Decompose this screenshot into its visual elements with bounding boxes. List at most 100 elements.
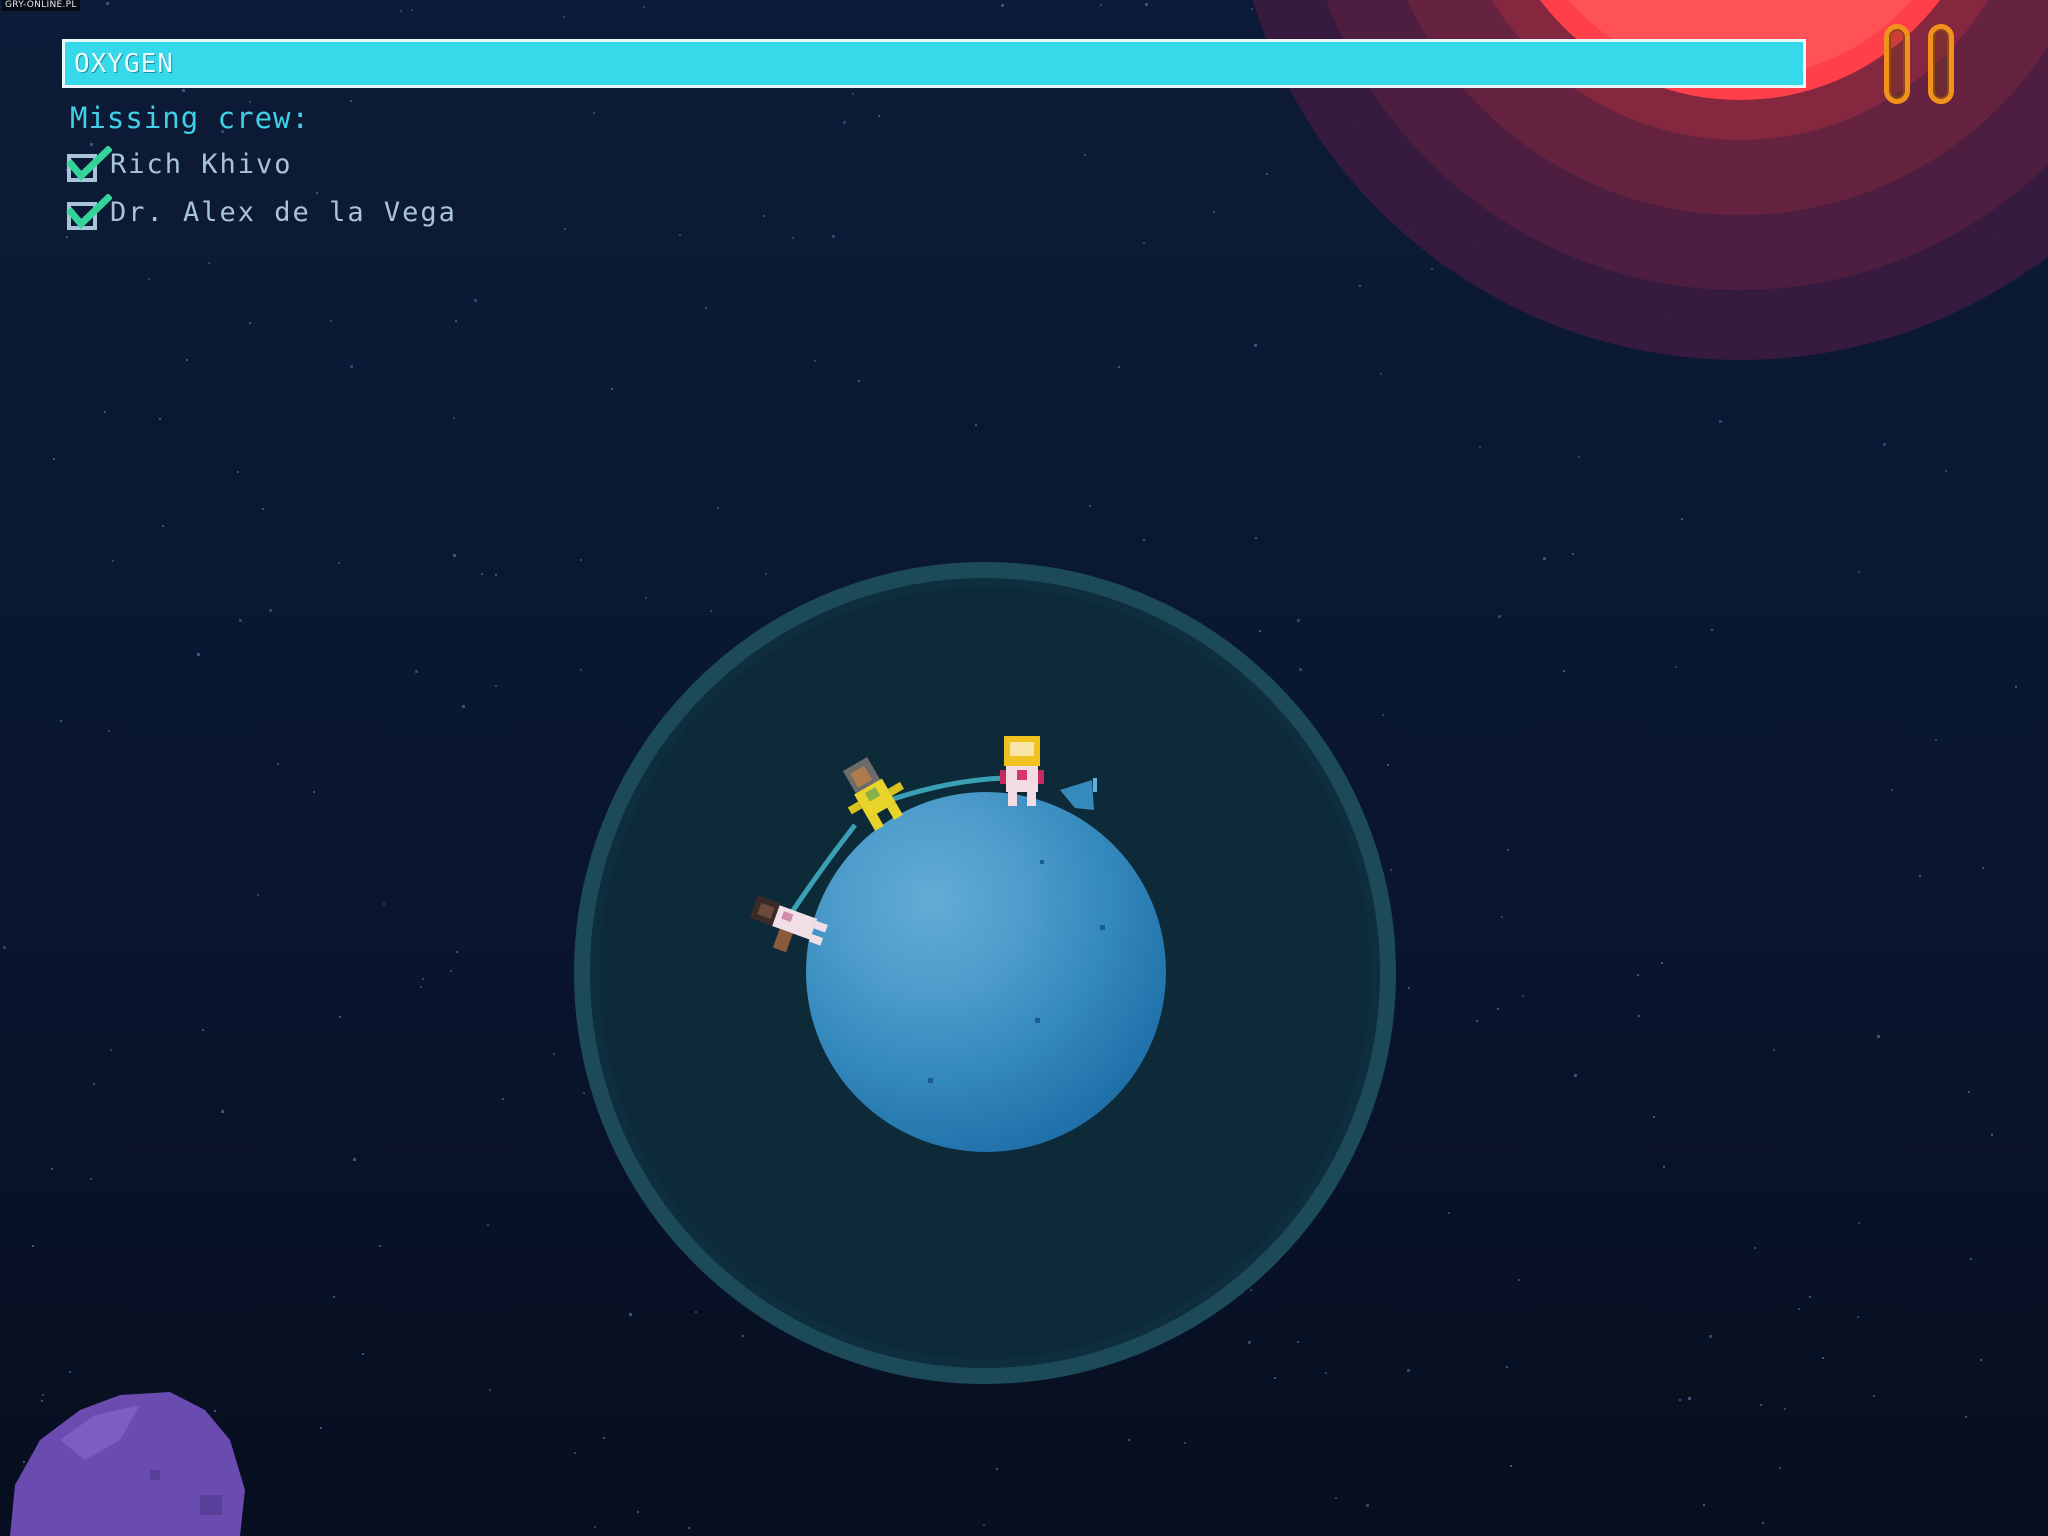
star [1877,1035,1880,1038]
star [51,1168,53,1170]
game-screen: GRY-ONLINE.PL OXYGEN Missing crew: Rich … [0,0,2048,1536]
star [489,1389,491,1391]
star [1251,8,1253,10]
star [1250,1289,1252,1291]
star [1506,1366,1508,1368]
star [1719,420,1722,423]
star [1522,995,1524,997]
star [1711,629,1713,631]
star [1822,1357,1824,1359]
crew-item: Dr. Alex de la Vega [66,192,455,240]
star [563,16,565,18]
star [742,1335,744,1337]
star [1274,1377,1276,1379]
star [42,1394,44,1396]
star [1248,1341,1251,1344]
star [1574,1074,1577,1077]
star [1543,557,1546,560]
star [629,1313,632,1316]
star [502,1098,504,1100]
crew-name: Dr. Alex de la Vega [110,197,457,228]
star [1991,1134,1993,1136]
star [1366,1504,1369,1507]
star [162,525,164,527]
star [269,609,272,612]
star [1118,366,1120,368]
star [93,1083,95,1085]
star [1297,619,1300,622]
star [645,597,647,599]
star [112,560,114,562]
star [1089,505,1091,507]
star [564,228,566,230]
star [60,720,62,722]
star [717,507,719,509]
watermark: GRY-ONLINE.PL [2,0,80,11]
missing-crew-panel: Missing crew: Rich Khivo Dr. Alex de la … [66,100,455,240]
star [1510,1465,1512,1467]
star [1266,173,1268,175]
star [420,986,422,988]
star [422,978,424,980]
star [1858,571,1860,573]
star [456,951,458,953]
checkbox-checked-icon [66,146,112,182]
star [1084,154,1086,156]
star [23,1461,25,1463]
star [1858,1222,1860,1224]
star [1382,714,1384,716]
star [1798,1308,1800,1310]
star [814,360,816,362]
star [249,322,251,324]
star [257,894,259,896]
star [415,670,418,673]
star [202,1029,204,1031]
star [1675,666,1677,668]
star [411,9,413,11]
star [1968,1091,1970,1093]
star [350,100,352,102]
star [583,1092,585,1094]
star [474,299,477,302]
star [983,1524,985,1526]
star [1661,962,1663,964]
star [637,1511,639,1513]
star [333,1296,335,1298]
pause-button[interactable] [1882,24,1962,108]
star [1970,1258,1972,1260]
star [1762,1522,1764,1524]
star [1479,446,1481,448]
star [453,417,455,419]
star [330,320,332,322]
star [1754,1247,1756,1249]
star [858,380,860,382]
star [208,262,210,264]
star [580,559,582,561]
star [580,669,582,671]
star [643,6,645,8]
star [462,705,465,708]
star [277,763,279,765]
star [214,1410,216,1412]
star [611,388,613,390]
star [1507,849,1509,851]
star [1809,1296,1811,1298]
star [1883,443,1886,446]
oxygen-fill [65,42,1803,85]
star [1254,344,1257,347]
star [763,215,765,217]
star [239,619,242,622]
star [1255,537,1257,539]
star [1760,1404,1762,1406]
star [852,93,854,95]
star [69,1371,71,1373]
star [148,278,150,280]
purple-asteroid [10,1392,245,1536]
star [1563,670,1565,672]
star [1408,987,1410,989]
star [339,1016,341,1018]
star [1784,1408,1786,1410]
star [765,573,767,575]
star [1387,764,1389,766]
star [1935,739,1937,741]
